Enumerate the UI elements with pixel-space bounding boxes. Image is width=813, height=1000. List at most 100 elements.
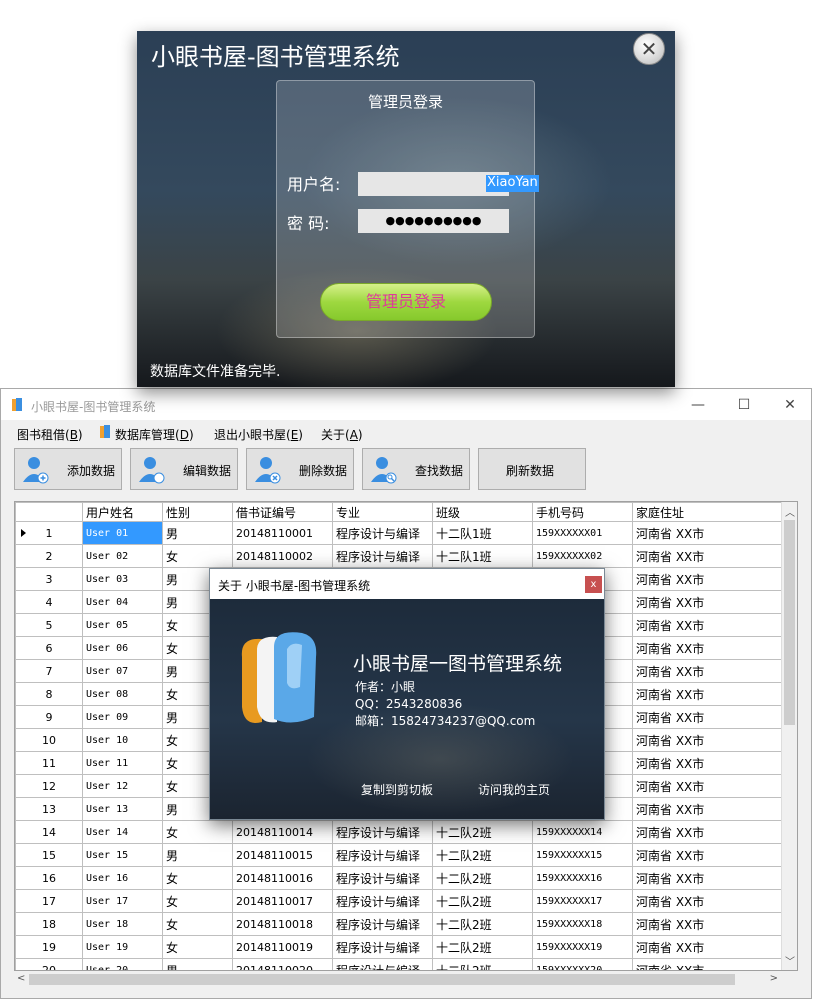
cell-user-name[interactable]: User 01 <box>82 521 163 545</box>
cell-user-name[interactable]: User 04 <box>82 590 163 614</box>
cell-phone[interactable]: 159XXXXXX16 <box>532 866 633 890</box>
cell-class[interactable]: 十二队2班 <box>432 912 533 936</box>
cell-address[interactable]: 河南省 XX市 <box>632 544 784 568</box>
row-header[interactable]: 13 <box>15 797 83 821</box>
column-header[interactable]: 用户姓名 <box>82 502 163 522</box>
cell-sex[interactable]: 女 <box>162 889 233 913</box>
cell-major[interactable]: 程序设计与编译 <box>332 843 433 867</box>
cell-phone[interactable]: 159XXXXXX14 <box>532 820 633 844</box>
row-header[interactable]: 11 <box>15 751 83 775</box>
row-header[interactable]: 3 <box>15 567 83 591</box>
cell-card-number[interactable]: 20148110016 <box>232 866 333 890</box>
add-data-button[interactable]: 添加数据 <box>14 448 122 490</box>
find-data-button[interactable]: 查找数据 <box>362 448 470 490</box>
table-row[interactable]: 19 User 19 女 20148110019 程序设计与编译 十二队2班 159XXXX… <box>15 935 784 959</box>
row-header[interactable]: 7 <box>15 659 83 683</box>
row-header[interactable]: 8 <box>15 682 83 706</box>
column-header[interactable]: 借书证编号 <box>232 502 333 522</box>
table-row[interactable]: 16 User 16 女 20148110016 程序设计与编译 十二队2班 159XXXX… <box>15 866 784 890</box>
password-field[interactable]: ●●●●●●●●●● <box>358 209 509 233</box>
username-field[interactable]: XiaoYan <box>358 172 539 196</box>
table-row[interactable]: 14 User 14 女 20148110014 程序设计与编译 十二队2班 159XXXX… <box>15 820 784 844</box>
scroll-left-icon[interactable]: < <box>17 973 25 984</box>
refresh-data-button[interactable]: 刷新数据 <box>478 448 586 490</box>
cell-card-number[interactable]: 20148110002 <box>232 544 333 568</box>
cell-card-number[interactable]: 20148110019 <box>232 935 333 959</box>
row-header[interactable]: 1 <box>15 521 83 545</box>
row-header[interactable]: 20 <box>15 958 83 970</box>
row-header[interactable]: 6 <box>15 636 83 660</box>
cell-major[interactable]: 程序设计与编译 <box>332 544 433 568</box>
row-header[interactable]: 2 <box>15 544 83 568</box>
minimize-button[interactable]: — <box>675 389 721 420</box>
cell-phone[interactable]: 159XXXXXX15 <box>532 843 633 867</box>
row-header[interactable]: 17 <box>15 889 83 913</box>
table-row[interactable]: 20 User 20 男 20148110020 程序设计与编译 十二队2班 159XXXX… <box>15 958 784 970</box>
cell-address[interactable]: 河南省 XX市 <box>632 659 784 683</box>
column-header[interactable]: 专业 <box>332 502 433 522</box>
cell-major[interactable]: 程序设计与编译 <box>332 820 433 844</box>
cell-card-number[interactable]: 20148110017 <box>232 889 333 913</box>
cell-address[interactable]: 河南省 XX市 <box>632 912 784 936</box>
cell-user-name[interactable]: User 16 <box>82 866 163 890</box>
cell-major[interactable]: 程序设计与编译 <box>332 958 433 970</box>
table-row[interactable]: 17 User 17 女 20148110017 程序设计与编译 十二队2班 159XXXX… <box>15 889 784 913</box>
cell-user-name[interactable]: User 05 <box>82 613 163 637</box>
cell-address[interactable]: 河南省 XX市 <box>632 613 784 637</box>
cell-address[interactable]: 河南省 XX市 <box>632 521 784 545</box>
cell-user-name[interactable]: User 18 <box>82 912 163 936</box>
column-header[interactable]: 性别 <box>162 502 233 522</box>
table-row[interactable]: 2 User 02 女 20148110002 程序设计与编译 十二队1班 159XXXXX… <box>15 544 784 568</box>
cell-phone[interactable]: 159XXXXXX01 <box>532 521 633 545</box>
cell-user-name[interactable]: User 06 <box>82 636 163 660</box>
cell-user-name[interactable]: User 02 <box>82 544 163 568</box>
scroll-thumb[interactable] <box>29 974 735 985</box>
maximize-button[interactable]: ☐ <box>721 389 767 420</box>
cell-user-name[interactable]: User 14 <box>82 820 163 844</box>
cell-class[interactable]: 十二队2班 <box>432 820 533 844</box>
menu-database-management[interactable]: 数据库管理(D) <box>99 425 194 443</box>
row-header[interactable]: 15 <box>15 843 83 867</box>
cell-address[interactable]: 河南省 XX市 <box>632 843 784 867</box>
table-row[interactable]: 18 User 18 女 20148110018 程序设计与编译 十二队2班 159XXXX… <box>15 912 784 936</box>
cell-address[interactable]: 河南省 XX市 <box>632 889 784 913</box>
cell-sex[interactable]: 女 <box>162 544 233 568</box>
cell-card-number[interactable]: 20148110020 <box>232 958 333 970</box>
scroll-thumb[interactable] <box>784 520 795 725</box>
cell-sex[interactable]: 女 <box>162 935 233 959</box>
table-row[interactable]: 15 User 15 男 20148110015 程序设计与编译 十二队2班 159XXXX… <box>15 843 784 867</box>
cell-sex[interactable]: 女 <box>162 820 233 844</box>
column-header[interactable]: 班级 <box>432 502 533 522</box>
row-header[interactable]: 12 <box>15 774 83 798</box>
cell-class[interactable]: 十二队2班 <box>432 866 533 890</box>
cell-address[interactable]: 河南省 XX市 <box>632 636 784 660</box>
cell-address[interactable]: 河南省 XX市 <box>632 567 784 591</box>
cell-sex[interactable]: 男 <box>162 521 233 545</box>
column-header[interactable]: 家庭住址 <box>632 502 784 522</box>
cell-user-name[interactable]: User 15 <box>82 843 163 867</box>
cell-sex[interactable]: 女 <box>162 912 233 936</box>
cell-class[interactable]: 十二队1班 <box>432 544 533 568</box>
row-header[interactable]: 9 <box>15 705 83 729</box>
cell-class[interactable]: 十二队2班 <box>432 958 533 970</box>
visit-homepage-link[interactable]: 访问我的主页 <box>478 781 550 798</box>
cell-address[interactable]: 河南省 XX市 <box>632 705 784 729</box>
cell-major[interactable]: 程序设计与编译 <box>332 889 433 913</box>
cell-class[interactable]: 十二队2班 <box>432 889 533 913</box>
about-close-button[interactable]: x <box>585 576 602 593</box>
cell-major[interactable]: 程序设计与编译 <box>332 521 433 545</box>
row-header[interactable]: 5 <box>15 613 83 637</box>
cell-address[interactable]: 河南省 XX市 <box>632 590 784 614</box>
cell-class[interactable]: 十二队2班 <box>432 843 533 867</box>
menu-about[interactable]: 关于(A) <box>321 426 363 443</box>
login-close-button[interactable]: ✕ <box>633 33 665 65</box>
row-header[interactable]: 10 <box>15 728 83 752</box>
column-header[interactable]: 手机号码 <box>532 502 633 522</box>
cell-user-name[interactable]: User 20 <box>82 958 163 970</box>
menu-book-lending[interactable]: 图书租借(B) <box>17 426 83 443</box>
cell-address[interactable]: 河南省 XX市 <box>632 797 784 821</box>
row-header[interactable]: 18 <box>15 912 83 936</box>
row-header[interactable]: 4 <box>15 590 83 614</box>
cell-address[interactable]: 河南省 XX市 <box>632 751 784 775</box>
cell-phone[interactable]: 159XXXXXX02 <box>532 544 633 568</box>
